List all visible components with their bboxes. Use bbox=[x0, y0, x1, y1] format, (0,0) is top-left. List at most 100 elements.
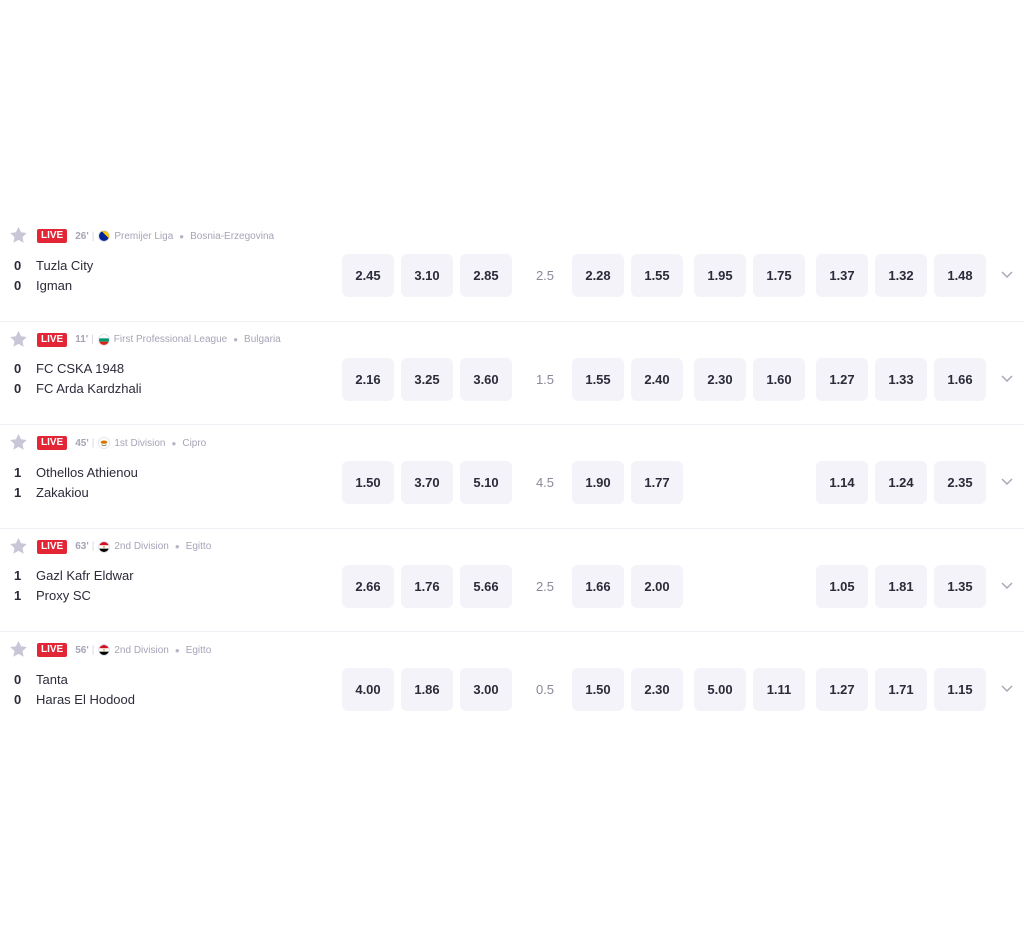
odd-12-button[interactable]: 1.71 bbox=[875, 668, 927, 711]
odd-over-button[interactable]: 1.66 bbox=[572, 564, 624, 608]
country-name: Egitto bbox=[185, 644, 212, 656]
meta-separator: | bbox=[91, 334, 94, 345]
chevron-down-icon[interactable] bbox=[999, 580, 1015, 592]
home-team-name: Tuzla City bbox=[36, 257, 94, 273]
live-badge: LIVE bbox=[37, 229, 68, 243]
odd-12-button[interactable]: 1.24 bbox=[875, 461, 927, 504]
event-meta: LIVE 63' | 2nd Division ● Egitto bbox=[37, 539, 212, 554]
favorite-star-icon[interactable] bbox=[8, 225, 29, 246]
odd-12-button[interactable]: 1.33 bbox=[875, 357, 927, 401]
odd-home-button[interactable]: 2.66 bbox=[342, 564, 394, 608]
odd-12-button[interactable]: 1.32 bbox=[875, 254, 927, 297]
league-name[interactable]: 2nd Division bbox=[114, 541, 168, 552]
odd-away-button[interactable]: 2.85 bbox=[460, 254, 512, 297]
odd-goal-button[interactable]: 1.95 bbox=[694, 254, 746, 297]
odd-1x-button[interactable]: 1.05 bbox=[816, 564, 868, 608]
home-team[interactable]: 0 Tanta bbox=[14, 670, 68, 688]
home-team[interactable]: 0 Tuzla City bbox=[14, 256, 93, 274]
odd-1x-button[interactable]: 1.37 bbox=[816, 254, 868, 297]
away-score: 0 bbox=[14, 691, 22, 707]
odd-1x-button[interactable]: 1.27 bbox=[816, 668, 868, 711]
odd-nogoal-button[interactable]: 1.75 bbox=[753, 254, 805, 297]
favorite-star-icon[interactable] bbox=[8, 329, 29, 350]
home-team[interactable]: 0 FC CSKA 1948 bbox=[14, 360, 124, 378]
away-team[interactable]: 0 FC Arda Kardzhali bbox=[14, 380, 142, 398]
event-row: LIVE 11' | First Professional League ● B… bbox=[0, 322, 1024, 425]
live-events-list: LIVE 26' | Premijer Liga ● Bosnia-Erzego… bbox=[0, 218, 1024, 736]
match-minute: 56' bbox=[75, 644, 89, 656]
odd-x2-button[interactable]: 1.66 bbox=[934, 357, 986, 401]
live-badge: LIVE bbox=[37, 643, 68, 657]
odd-1x-button[interactable]: 1.27 bbox=[816, 357, 868, 401]
odd-home-button[interactable]: 4.00 bbox=[342, 668, 394, 711]
away-team-name: Haras El Hodood bbox=[36, 691, 135, 707]
odd-under-button[interactable]: 1.77 bbox=[631, 461, 683, 504]
league-name[interactable]: Premijer Liga bbox=[114, 231, 173, 242]
odd-nogoal-button[interactable]: 1.11 bbox=[753, 668, 805, 711]
event-row: LIVE 56' | 2nd Division ● Egitto 0 Tanta… bbox=[0, 632, 1024, 736]
league-name[interactable]: First Professional League bbox=[114, 334, 227, 345]
bosnia-flag-icon bbox=[98, 230, 111, 242]
odd-x2-button[interactable]: 1.15 bbox=[934, 668, 986, 711]
match-minute: 63' bbox=[75, 541, 89, 552]
odd-x2-button[interactable]: 1.48 bbox=[934, 254, 986, 297]
league-name[interactable]: 1st Division bbox=[114, 438, 165, 449]
odd-under-button[interactable]: 2.40 bbox=[631, 357, 683, 401]
home-team-name: Othellos Athienou bbox=[36, 464, 138, 480]
odd-draw-button[interactable]: 3.70 bbox=[401, 461, 453, 504]
odd-away-button[interactable]: 3.00 bbox=[460, 668, 512, 711]
home-team[interactable]: 1 Othellos Athienou bbox=[14, 463, 138, 481]
odd-draw-button[interactable]: 3.10 bbox=[401, 254, 453, 297]
away-team[interactable]: 0 Igman bbox=[14, 276, 72, 294]
favorite-star-icon[interactable] bbox=[8, 639, 29, 660]
odd-over-button[interactable]: 1.50 bbox=[572, 668, 624, 711]
odd-x2-button[interactable]: 1.35 bbox=[934, 564, 986, 608]
odd-draw-button[interactable]: 1.76 bbox=[401, 564, 453, 608]
odd-goal-button[interactable]: 2.30 bbox=[694, 357, 746, 401]
meta-dot: ● bbox=[233, 335, 239, 344]
odd-home-button[interactable]: 2.16 bbox=[342, 357, 394, 401]
home-team-name: FC CSKA 1948 bbox=[36, 361, 125, 376]
match-minute: 11' bbox=[75, 334, 89, 345]
odd-away-button[interactable]: 3.60 bbox=[460, 357, 512, 401]
country-name: Egitto bbox=[185, 541, 212, 552]
live-badge: LIVE bbox=[37, 332, 68, 347]
odd-draw-button[interactable]: 1.86 bbox=[401, 668, 453, 711]
odd-goal-button[interactable]: 5.00 bbox=[694, 668, 746, 711]
odd-nogoal-button[interactable]: 1.60 bbox=[753, 357, 805, 401]
chevron-down-icon[interactable] bbox=[999, 683, 1015, 695]
league-name[interactable]: 2nd Division bbox=[114, 645, 168, 656]
home-team[interactable]: 1 Gazl Kafr Eldwar bbox=[14, 567, 134, 585]
odd-1x-button[interactable]: 1.14 bbox=[816, 461, 868, 504]
odd-under-button[interactable]: 1.55 bbox=[631, 254, 683, 297]
odd-draw-button[interactable]: 3.25 bbox=[401, 357, 453, 401]
favorite-star-icon[interactable] bbox=[8, 432, 29, 453]
odd-away-button[interactable]: 5.66 bbox=[460, 564, 512, 608]
chevron-down-icon[interactable] bbox=[999, 373, 1015, 385]
live-badge: LIVE bbox=[37, 436, 68, 450]
chevron-down-icon[interactable] bbox=[999, 269, 1015, 281]
chevron-down-icon[interactable] bbox=[999, 476, 1015, 488]
away-team[interactable]: 1 Zakakiou bbox=[14, 483, 89, 501]
odd-over-button[interactable]: 2.28 bbox=[572, 254, 624, 297]
meta-dot: ● bbox=[171, 438, 177, 448]
total-line-value: 0.5 bbox=[535, 682, 555, 697]
total-line-value: 2.5 bbox=[535, 578, 555, 594]
odd-over-button[interactable]: 1.90 bbox=[572, 461, 624, 504]
away-team-name: Igman bbox=[36, 277, 73, 293]
away-score: 1 bbox=[14, 588, 22, 603]
home-score: 1 bbox=[14, 464, 22, 480]
away-team[interactable]: 0 Haras El Hodood bbox=[14, 690, 135, 708]
total-line-value: 4.5 bbox=[535, 475, 555, 490]
odd-home-button[interactable]: 2.45 bbox=[342, 254, 394, 297]
odd-home-button[interactable]: 1.50 bbox=[342, 461, 394, 504]
total-line-value: 2.5 bbox=[535, 268, 555, 283]
odd-12-button[interactable]: 1.81 bbox=[875, 564, 927, 608]
away-team[interactable]: 1 Proxy SC bbox=[14, 587, 91, 605]
odd-under-button[interactable]: 2.00 bbox=[631, 564, 683, 608]
odd-under-button[interactable]: 2.30 bbox=[631, 668, 683, 711]
odd-over-button[interactable]: 1.55 bbox=[572, 357, 624, 401]
odd-away-button[interactable]: 5.10 bbox=[460, 461, 512, 504]
favorite-star-icon[interactable] bbox=[8, 536, 29, 557]
odd-x2-button[interactable]: 2.35 bbox=[934, 461, 986, 504]
